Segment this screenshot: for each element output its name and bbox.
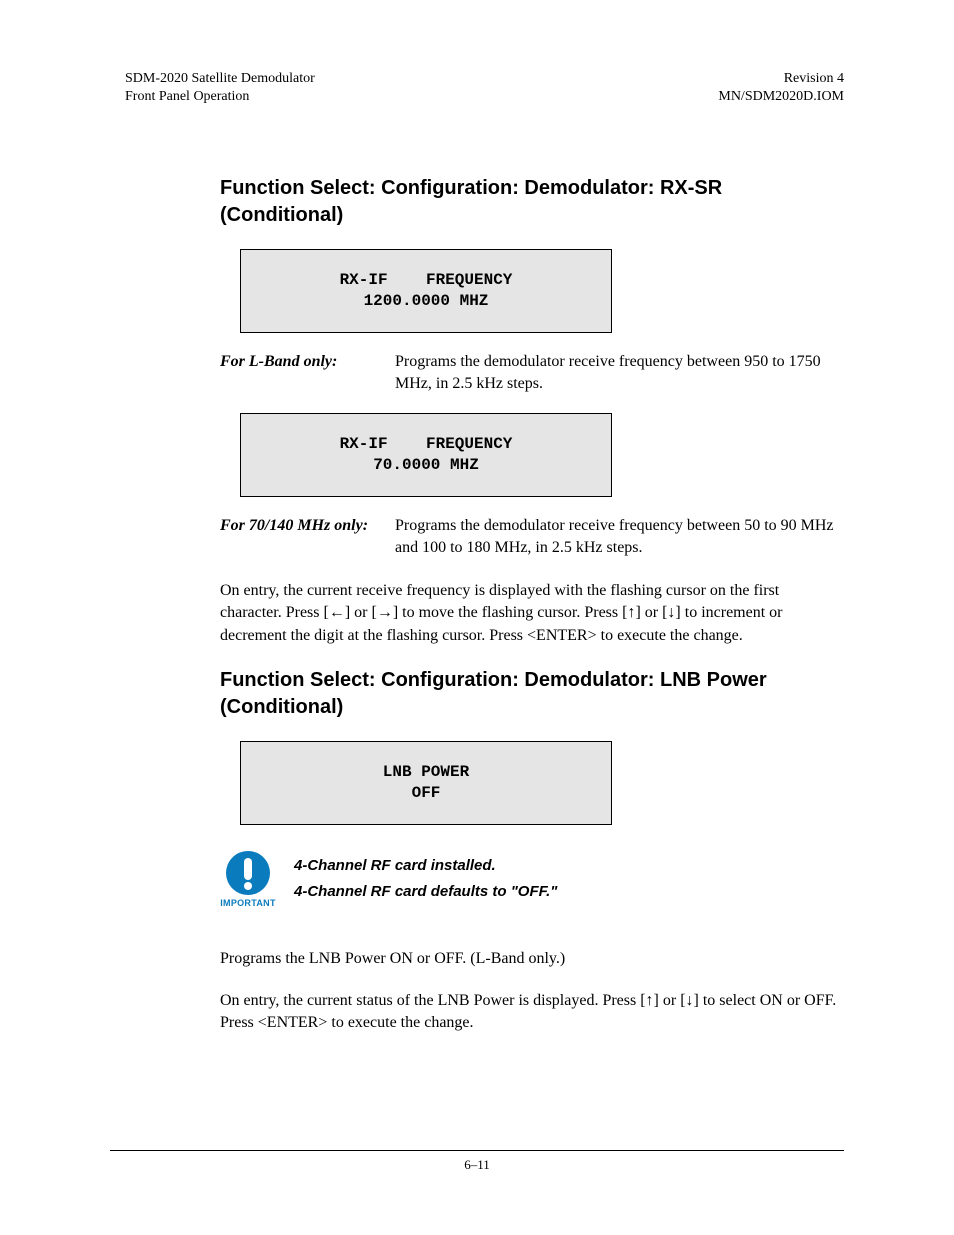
important-icon: IMPORTANT xyxy=(220,850,276,908)
lcd-line1: LNB POWER xyxy=(383,763,469,781)
definition-body: Programs the demodulator receive frequen… xyxy=(395,515,844,560)
important-label: IMPORTANT xyxy=(220,898,276,908)
definition-term: For 70/140 MHz only: xyxy=(220,515,395,560)
important-line2: 4-Channel RF card defaults to "OFF." xyxy=(294,879,557,905)
content: Function Select: Configuration: Demodula… xyxy=(220,175,844,1035)
lcd-line2: 70.0000 MHZ xyxy=(373,456,479,474)
lcd-line1: RX-IF FREQUENCY xyxy=(340,271,513,289)
lcd-display-rxif-70mhz: RX-IF FREQUENCY 70.0000 MHZ xyxy=(240,413,612,497)
page: SDM-2020 Satellite Demodulator Front Pan… xyxy=(0,0,954,1235)
lcd-display-rxif-lband: RX-IF FREQUENCY 1200.0000 MHZ xyxy=(240,249,612,333)
section-heading-lnb: Function Select: Configuration: Demodula… xyxy=(220,667,844,721)
paragraph-lnb-entry: On entry, the current status of the LNB … xyxy=(220,990,844,1035)
running-header: SDM-2020 Satellite Demodulator Front Pan… xyxy=(125,70,844,105)
lcd-line1: RX-IF FREQUENCY xyxy=(340,435,513,453)
definition-body: Programs the demodulator receive frequen… xyxy=(395,351,844,396)
header-right-line2: MN/SDM2020D.IOM xyxy=(718,88,844,106)
lcd-line2: OFF xyxy=(412,784,441,802)
lcd-line2: 1200.0000 MHZ xyxy=(364,292,489,310)
definition-term: For L-Band only: xyxy=(220,351,395,396)
header-left-line1: SDM-2020 Satellite Demodulator xyxy=(125,70,315,88)
paragraph-lnb-programs: Programs the LNB Power ON or OFF. (L-Ban… xyxy=(220,948,844,970)
paragraph-entry-instructions: On entry, the current receive frequency … xyxy=(220,580,844,647)
important-text: 4-Channel RF card installed. 4-Channel R… xyxy=(294,853,557,904)
header-right: Revision 4 MN/SDM2020D.IOM xyxy=(718,70,844,105)
important-callout: IMPORTANT 4-Channel RF card installed. 4… xyxy=(220,850,844,908)
page-footer: 6–11 xyxy=(110,1150,844,1173)
important-line1: 4-Channel RF card installed. xyxy=(294,853,557,879)
section-heading-rxsr: Function Select: Configuration: Demodula… xyxy=(220,175,844,229)
footer-rule xyxy=(110,1150,844,1151)
definition-70-140: For 70/140 MHz only: Programs the demodu… xyxy=(220,515,844,560)
header-left-line2: Front Panel Operation xyxy=(125,88,315,106)
header-right-line1: Revision 4 xyxy=(718,70,844,88)
lcd-display-lnb: LNB POWER OFF xyxy=(240,741,612,825)
page-number: 6–11 xyxy=(464,1157,490,1172)
header-left: SDM-2020 Satellite Demodulator Front Pan… xyxy=(125,70,315,105)
definition-lband: For L-Band only: Programs the demodulato… xyxy=(220,351,844,396)
